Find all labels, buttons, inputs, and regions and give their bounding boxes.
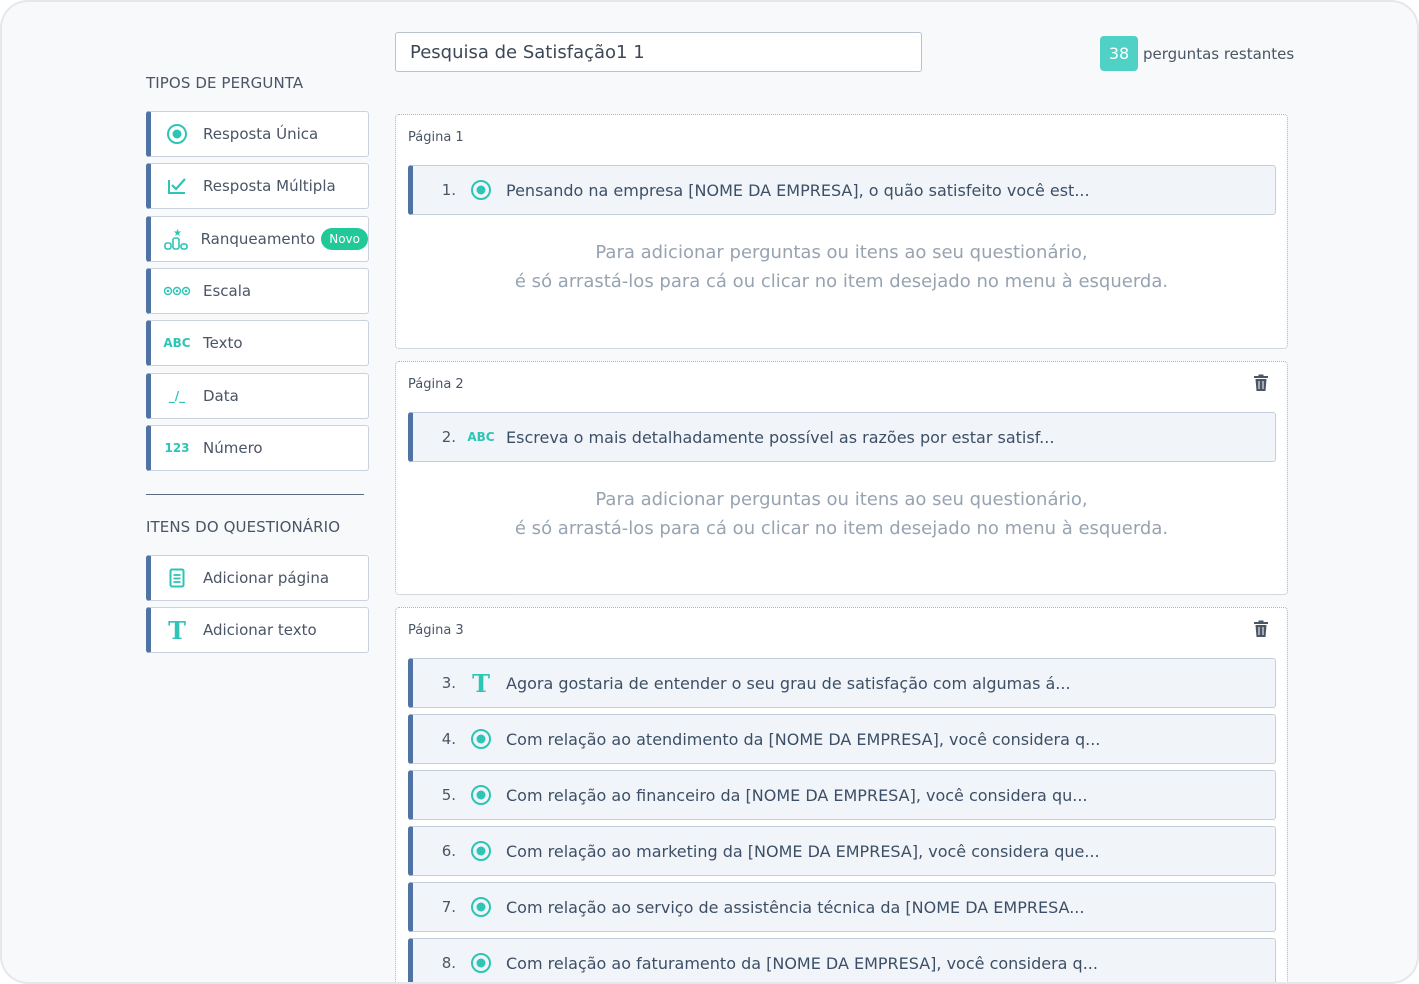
ranking-icon: ★ (151, 227, 191, 251)
question-number: 5. (441, 786, 456, 804)
question-row[interactable]: 7. Com relação ao serviço de assistência… (408, 882, 1276, 932)
type-label: Data (203, 387, 239, 405)
type-label: Resposta Múltipla (203, 177, 336, 195)
radio-icon (456, 952, 506, 974)
page-1[interactable]: Página 1 1. Pensando na empresa [NOME DA… (395, 114, 1288, 349)
radio-icon (456, 896, 506, 918)
remaining-label: perguntas restantes (1143, 44, 1295, 63)
text-t-icon: T (472, 668, 490, 698)
question-row[interactable]: 2. ABC Escreva o mais detalhadamente pos… (408, 412, 1276, 462)
page-label: Página 1 (408, 130, 464, 145)
type-label: Texto (203, 334, 243, 352)
question-text: Escreva o mais detalhadamente possível a… (506, 427, 1055, 447)
page-label: Página 2 (408, 377, 464, 392)
remaining-count-badge: 38 (1100, 36, 1138, 71)
question-number: 1. (441, 181, 456, 199)
survey-title-input[interactable] (395, 32, 922, 72)
text-abc-icon: ABC (467, 430, 495, 444)
type-label: Escala (203, 282, 252, 300)
type-date[interactable]: _/_ Data (146, 373, 369, 419)
scale-icon (151, 285, 193, 297)
type-multiple-answer[interactable]: Resposta Múltipla (146, 163, 369, 209)
question-row[interactable]: 6. Com relação ao marketing da [NOME DA … (408, 826, 1276, 876)
radio-icon (456, 728, 506, 750)
page-icon (151, 568, 193, 588)
trash-icon[interactable] (1253, 620, 1269, 638)
drop-hint-line2: é só arrastá-los para cá ou clicar no it… (514, 518, 1169, 539)
remaining-questions: 38 perguntas restantes (1100, 36, 1294, 71)
number-icon: 123 (164, 441, 190, 455)
question-row[interactable]: 3. T Agora gostaria de entender o seu gr… (408, 658, 1276, 708)
question-number: 6. (441, 842, 456, 860)
question-row[interactable]: 4. Com relação ao atendimento da [NOME D… (408, 714, 1276, 764)
drop-hint-line1: Para adicionar perguntas ou itens ao seu… (595, 242, 1088, 263)
date-icon: _/_ (168, 389, 186, 403)
page-label: Página 3 (408, 623, 464, 638)
type-single-answer[interactable]: Resposta Única (146, 111, 369, 157)
add-page-label: Adicionar página (203, 569, 330, 587)
checkbox-icon (151, 176, 193, 196)
question-types-title: TIPOS DE PERGUNTA (146, 74, 304, 92)
text-abc-icon: ABC (163, 336, 191, 350)
page-2[interactable]: Página 2 2. ABC Escreva o mais detalhada… (395, 361, 1288, 595)
question-number: 4. (441, 730, 456, 748)
text-t-icon: T (168, 615, 186, 645)
question-number: 3. (441, 674, 456, 692)
question-number: 2. (441, 428, 456, 446)
type-scale[interactable]: Escala (146, 268, 369, 314)
type-number[interactable]: 123 Número (146, 425, 369, 471)
question-text: Com relação ao marketing da [NOME DA EMP… (506, 841, 1100, 861)
survey-items-title: ITENS DO QUESTIONÁRIO (146, 518, 341, 536)
drop-hint: Para adicionar perguntas ou itens ao seu… (396, 238, 1287, 296)
new-badge: Novo (321, 228, 368, 250)
question-text: Com relação ao faturamento da [NOME DA E… (506, 953, 1098, 973)
trash-icon[interactable] (1253, 374, 1269, 392)
app-window: TIPOS DE PERGUNTA Resposta Única Respost… (0, 0, 1419, 984)
question-text: Com relação ao financeiro da [NOME DA EM… (506, 785, 1088, 805)
drop-hint-line2: é só arrastá-los para cá ou clicar no it… (514, 271, 1169, 292)
question-text: Com relação ao atendimento da [NOME DA E… (506, 729, 1101, 749)
radio-icon (456, 840, 506, 862)
radio-icon (151, 123, 193, 145)
question-number: 8. (441, 954, 456, 972)
type-label: Ranqueamento (200, 230, 316, 248)
type-text[interactable]: ABC Texto (146, 320, 369, 366)
type-ranking[interactable]: ★ Ranqueamento Novo (146, 216, 369, 262)
question-text: Com relação ao serviço de assistência té… (506, 897, 1085, 917)
question-row[interactable]: 8. Com relação ao faturamento da [NOME D… (408, 938, 1276, 982)
add-text-label: Adicionar texto (203, 621, 317, 639)
question-text: Pensando na empresa [NOME DA EMPRESA], o… (506, 180, 1090, 200)
type-label: Resposta Única (203, 125, 319, 143)
drop-hint-line1: Para adicionar perguntas ou itens ao seu… (595, 489, 1088, 510)
sidebar-divider (146, 494, 364, 495)
question-text: Agora gostaria de entender o seu grau de… (506, 673, 1071, 693)
add-text-button[interactable]: T Adicionar texto (146, 607, 369, 653)
question-row[interactable]: 1. Pensando na empresa [NOME DA EMPRESA]… (408, 165, 1276, 215)
type-label: Número (203, 439, 263, 457)
page-3[interactable]: Página 3 3. T Agora gostaria de entender… (395, 607, 1288, 982)
radio-icon (456, 179, 506, 201)
drop-hint: Para adicionar perguntas ou itens ao seu… (396, 485, 1287, 543)
question-row[interactable]: 5. Com relação ao financeiro da [NOME DA… (408, 770, 1276, 820)
radio-icon (456, 784, 506, 806)
question-number: 7. (441, 898, 456, 916)
add-page-button[interactable]: Adicionar página (146, 555, 369, 601)
